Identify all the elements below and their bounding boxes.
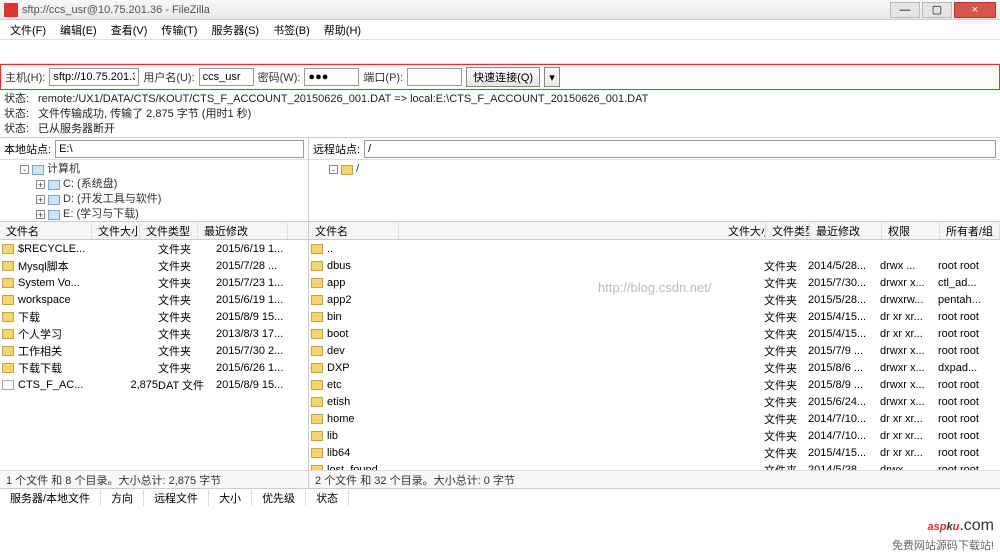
quick-connect-bar: 主机(H): 用户名(U): 密码(W): 端口(P): 快速连接(Q) ▾ [0,64,1000,90]
title-bar: sftp://ccs_usr@10.75.201.36 - FileZilla … [0,0,1000,20]
quick-connect-dropdown[interactable]: ▾ [544,67,560,87]
list-item[interactable]: dev文件夹2015/7/9 ...drwxr x...root root [309,342,1000,359]
folder-icon [311,380,323,390]
folder-icon [2,363,14,373]
local-tree[interactable]: -计算机 +C: (系统盘) +D: (开发工具与软件) +E: (学习与下载) [0,160,308,222]
drive-icon [48,195,60,205]
folder-icon [311,363,323,373]
username-input[interactable] [199,68,254,86]
local-column-headers[interactable]: 文件名 文件大小 文件类型 最近修改 [0,222,308,240]
list-item[interactable]: dbus文件夹2014/5/28...drwx ...root root [309,257,1000,274]
remote-column-headers[interactable]: 文件名 文件大小 文件类型 最近修改 权限 所有者/组 [309,222,1000,240]
folder-icon [2,312,14,322]
port-label: 端口(P): [363,69,403,85]
message-log: 状态:remote:/UX1/DATA/CTS/KOUT/CTS_F_ACCOU… [0,90,1000,138]
list-item[interactable]: boot文件夹2015/4/15...dr xr xr...root root [309,325,1000,342]
brand-logo: aspku.com 免费网站源码下载站! [892,506,994,553]
password-input[interactable] [304,68,359,86]
menu-item[interactable]: 帮助(H) [318,20,367,40]
list-item[interactable]: $RECYCLE...文件夹2015/6/19 1... [0,240,308,257]
list-item[interactable]: workspace文件夹2015/6/19 1... [0,291,308,308]
folder-icon [311,431,323,441]
menu-item[interactable]: 服务器(S) [205,20,265,40]
folder-icon [2,261,14,271]
folder-icon [2,278,14,288]
remote-file-list[interactable]: ..dbus文件夹2014/5/28...drwx ...root rootap… [309,240,1000,470]
folder-icon [2,244,14,254]
app-icon [4,3,18,17]
list-item[interactable]: 下载文件夹2015/8/9 15... [0,308,308,325]
folder-icon [2,295,14,305]
menu-item[interactable]: 文件(F) [4,20,52,40]
drive-icon [48,180,60,190]
menu-item[interactable]: 编辑(E) [54,20,103,40]
menu-item[interactable]: 传输(T) [155,20,203,40]
folder-icon [311,465,323,471]
drive-icon [48,210,60,220]
folder-icon [311,414,323,424]
user-label: 用户名(U): [143,69,194,85]
close-button[interactable]: × [954,2,996,18]
folder-icon [341,165,353,175]
folder-icon [311,397,323,407]
maximize-button[interactable]: ▢ [922,2,952,18]
list-item[interactable]: lib文件夹2014/7/10...dr xr xr...root root [309,427,1000,444]
menu-item[interactable]: 书签(B) [267,20,316,40]
menu-item[interactable]: 查看(V) [105,20,154,40]
toolbar [0,40,1000,64]
list-item[interactable]: .. [309,240,1000,257]
list-item[interactable]: lib64文件夹2015/4/15...dr xr xr...root root [309,444,1000,461]
list-item[interactable]: DXP文件夹2015/8/6 ...drwxr x...dxpad... [309,359,1000,376]
list-item[interactable]: 下载下载文件夹2015/6/26 1... [0,359,308,376]
local-path-label: 本地站点: [4,141,51,157]
minimize-button[interactable]: — [890,2,920,18]
host-input[interactable] [49,68,139,86]
queue-columns: 服务器/本地文件方向远程文件大小优先级状态 [0,489,1000,507]
remote-path-input[interactable] [364,140,996,158]
folder-icon [311,312,323,322]
folder-icon [311,244,323,254]
computer-icon [32,165,44,175]
list-item[interactable]: 个人学习文件夹2013/8/3 17... [0,325,308,342]
password-label: 密码(W): [258,69,301,85]
file-icon [2,380,14,390]
list-item[interactable]: bin文件夹2015/4/15...dr xr xr...root root [309,308,1000,325]
remote-pane: 远程站点: -/ 文件名 文件大小 文件类型 最近修改 权限 所有者/组 ..d… [309,138,1000,488]
list-item[interactable]: app文件夹2015/7/30...drwxr x...ctl_ad... [309,274,1000,291]
quick-connect-button[interactable]: 快速连接(Q) [466,67,540,87]
list-item[interactable]: lost_found文件夹2014/5/28...drwx ...root ro… [309,461,1000,470]
list-item[interactable]: etc文件夹2015/8/9 ...drwxr x...root root [309,376,1000,393]
folder-icon [2,329,14,339]
window-title: sftp://ccs_usr@10.75.201.36 - FileZilla [22,4,890,16]
remote-tree[interactable]: -/ [309,160,1000,222]
local-path-input[interactable] [55,140,304,158]
local-pane: 本地站点: -计算机 +C: (系统盘) +D: (开发工具与软件) +E: (… [0,138,309,488]
port-input[interactable] [407,68,462,86]
folder-icon [311,295,323,305]
remote-status: 2 个文件 和 32 个目录。大小总计: 0 字节 [309,470,1000,488]
list-item[interactable]: Mysql脚本文件夹2015/7/28 ... [0,257,308,274]
local-status: 1 个文件 和 8 个目录。大小总计: 2,875 字节 [0,470,308,488]
list-item[interactable]: System Vo...文件夹2015/7/23 1... [0,274,308,291]
local-file-list[interactable]: $RECYCLE...文件夹2015/6/19 1...Mysql脚本文件夹20… [0,240,308,470]
list-item[interactable]: app2文件夹2015/5/28...drwxrw...pentah... [309,291,1000,308]
menu-bar: 文件(F)编辑(E)查看(V)传输(T)服务器(S)书签(B)帮助(H) [0,20,1000,40]
list-item[interactable]: 工作相关文件夹2015/7/30 2... [0,342,308,359]
list-item[interactable]: CTS_F_AC...2,875DAT 文件2015/8/9 15... [0,376,308,393]
folder-icon [311,346,323,356]
remote-path-label: 远程站点: [313,141,360,157]
folder-icon [311,448,323,458]
folder-icon [311,261,323,271]
folder-icon [311,278,323,288]
folder-icon [311,329,323,339]
host-label: 主机(H): [5,69,45,85]
folder-icon [2,346,14,356]
list-item[interactable]: etish文件夹2015/6/24...drwxr x...root root [309,393,1000,410]
list-item[interactable]: home文件夹2014/7/10...dr xr xr...root root [309,410,1000,427]
